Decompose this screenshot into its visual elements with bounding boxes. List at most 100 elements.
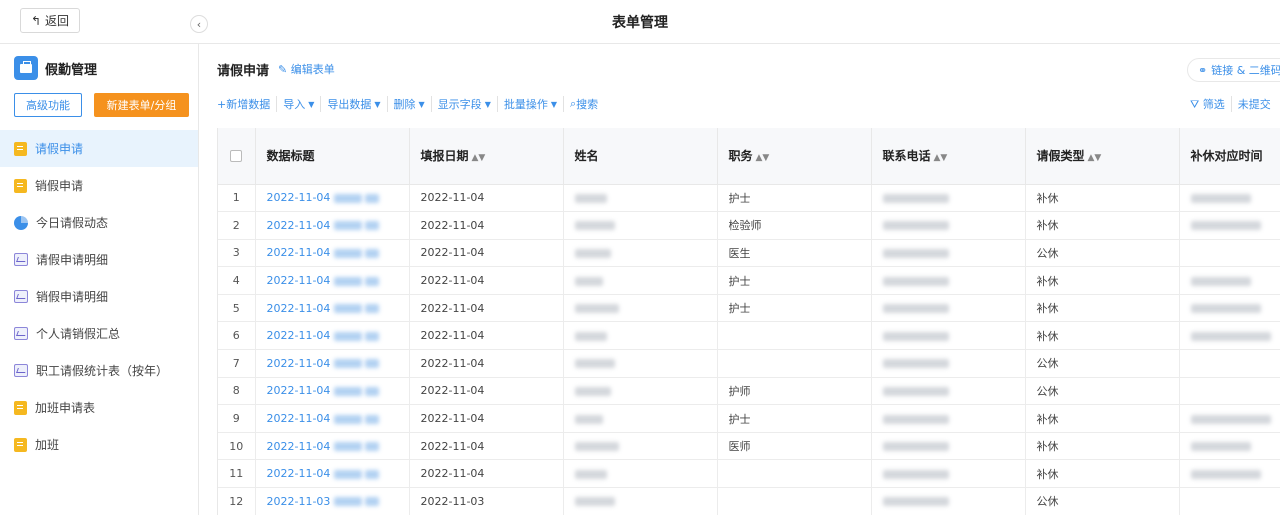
sidebar-item[interactable]: 请假申请 [0,130,198,167]
plus-icon: + [217,97,227,111]
cell-title: 2022-11-04 [255,432,410,461]
column-header-name[interactable]: 姓名 [563,128,718,185]
sidebar-item[interactable]: 请假申请明细 [0,241,198,278]
row-title-link[interactable]: 2022-11-03 [267,495,331,508]
delete-button[interactable]: 删除 ▼ [386,96,431,112]
table-row[interactable]: 7 2022-11-04 2022-11-04 公休 [218,349,1280,378]
import-label: 导入 [283,98,306,111]
column-header-role[interactable]: 职务 ▲▼ [717,128,872,185]
redacted-text [882,497,949,507]
cell-role: 护士 [717,294,872,323]
row-title-link[interactable]: 2022-11-04 [267,412,331,425]
export-button[interactable]: 导出数据 ▼ [320,96,386,112]
row-title-link[interactable]: 2022-11-04 [267,467,331,480]
row-title-link[interactable]: 2022-11-04 [267,274,331,287]
row-title-link[interactable]: 2022-11-04 [267,302,331,315]
cell-comp-time [1179,321,1280,351]
sort-icon[interactable]: ▲▼ [934,153,948,163]
advanced-features-button[interactable]: 高级功能 [14,93,82,117]
edit-form-link[interactable]: ✎ 编辑表单 [278,61,335,77]
search-button[interactable]: ⌕ 搜索 [563,96,604,112]
sidebar-item[interactable]: 个人请销假汇总 [0,315,198,352]
row-title-link[interactable]: 2022-11-04 [267,384,331,397]
batch-label: 批量操作 [503,98,548,111]
cell-role: 医生 [717,239,872,268]
redacted-text [882,414,949,424]
cell-date: 2022-11-04 [409,239,564,268]
link-qr-button[interactable]: ⚭ 链接 & 二维码 [1187,58,1280,82]
sidebar-item[interactable]: 加班 [0,426,198,463]
sidebar-item-label: 个人请销假汇总 [36,327,121,341]
collapse-sidebar-button[interactable]: ‹ [190,15,208,33]
sidebar-item[interactable]: 今日请假动态 [0,204,198,241]
form-icon [14,437,27,452]
cell-phone [871,211,1026,240]
table-row[interactable]: 5 2022-11-04 2022-11-04 护士 补休 [218,294,1280,323]
row-title-link[interactable]: 2022-11-04 [267,329,331,342]
filter-button[interactable]: ⛛ 筛选 [1190,96,1231,112]
redacted-text [1190,414,1271,424]
redacted-text [365,331,380,341]
row-title-link[interactable]: 2022-11-04 [267,246,331,259]
column-header-phone[interactable]: 联系电话 ▲▼ [871,128,1026,185]
redacted-text [882,386,949,396]
table-row[interactable]: 12 2022-11-03 2022-11-03 公休 [218,487,1280,515]
sidebar-item[interactable]: 销假申请明细 [0,278,198,315]
table-row[interactable]: 2 2022-11-04 2022-11-04 检验师 补休 [218,211,1280,240]
edit-form-label: 编辑表单 [290,63,335,76]
sidebar-item-label: 请假申请明细 [36,253,109,267]
unsubmitted-button[interactable]: 未提交 [1230,96,1277,112]
row-index: 9 [218,404,256,433]
redacted-text [1190,276,1251,286]
redacted-text [365,276,380,286]
batch-operation-button[interactable]: 批量操作 ▼ [496,96,563,112]
row-title-link[interactable]: 2022-11-04 [267,440,331,453]
cell-leave-type: 补休 [1025,266,1180,295]
cell-title: 2022-11-03 [255,487,410,515]
cell-title: 2022-11-04 [255,184,410,213]
table-row[interactable]: 8 2022-11-04 2022-11-04 护师 公休 [218,377,1280,406]
redacted-text [882,331,949,341]
column-header-date[interactable]: 填报日期 ▲▼ [409,128,564,185]
table-row[interactable]: 4 2022-11-04 2022-11-04 护士 补休 [218,266,1280,295]
table-row[interactable]: 9 2022-11-04 2022-11-04 护士 补休 [218,404,1280,433]
cell-leave-type: 补休 [1025,321,1180,351]
new-form-group-button[interactable]: 新建表单/分组 [94,93,189,117]
sidebar-item[interactable]: 加班申请表 [0,389,198,426]
table-row[interactable]: 10 2022-11-04 2022-11-04 医师 补休 [218,432,1280,461]
column-header-comp-time[interactable]: 补休对应时间 [1179,128,1280,185]
row-index: 5 [218,294,256,323]
filter-label: 筛选 [1202,98,1225,111]
column-header-leave-type[interactable]: 请假类型 ▲▼ [1025,128,1180,185]
filter-icon: ⛛ [1190,98,1200,111]
table-row[interactable]: 11 2022-11-04 2022-11-04 补休 [218,459,1280,489]
show-fields-button[interactable]: 显示字段 ▼ [430,96,497,112]
sort-icon[interactable]: ▲▼ [472,153,486,163]
cell-role: 检验师 [717,211,872,240]
row-title-link[interactable]: 2022-11-04 [267,357,331,370]
sidebar-item[interactable]: 职工请假统计表（按年） [0,352,198,389]
sort-icon[interactable]: ▲▼ [756,153,770,163]
redacted-text [365,442,380,452]
sidebar-item[interactable]: 销假申请 [0,167,198,204]
cell-title: 2022-11-04 [255,294,410,323]
column-header-title[interactable]: 数据标题 [255,128,410,185]
select-all-checkbox[interactable] [230,150,243,163]
redacted-text [1190,442,1251,452]
data-table: 数据标题 填报日期 ▲▼ 姓名 职务 ▲▼ 联系电话 ▲▼ 请假类型 ▲▼ 补休对应时间… [217,128,1280,515]
delete-label: 删除 [393,98,416,111]
table-row[interactable]: 3 2022-11-04 2022-11-04 医生 公休 [218,239,1280,268]
row-title-link[interactable]: 2022-11-04 [267,191,331,204]
import-button[interactable]: 导入 ▼ [276,96,320,112]
table-row[interactable]: 6 2022-11-04 2022-11-04 补休 [218,321,1280,351]
pie-chart-icon [14,215,28,230]
cell-comp-time [1179,432,1280,461]
cell-date: 2022-11-04 [409,211,564,240]
cell-leave-type: 补休 [1025,294,1180,323]
add-data-button[interactable]: + 新增数据 [217,96,276,112]
table-row[interactable]: 1 2022-11-04 2022-11-04 护士 补休 [218,184,1280,213]
row-title-link[interactable]: 2022-11-04 [267,219,331,232]
sort-icon[interactable]: ▲▼ [1088,153,1102,163]
cell-title: 2022-11-04 [255,459,410,489]
chevron-down-icon: ▼ [484,99,491,109]
